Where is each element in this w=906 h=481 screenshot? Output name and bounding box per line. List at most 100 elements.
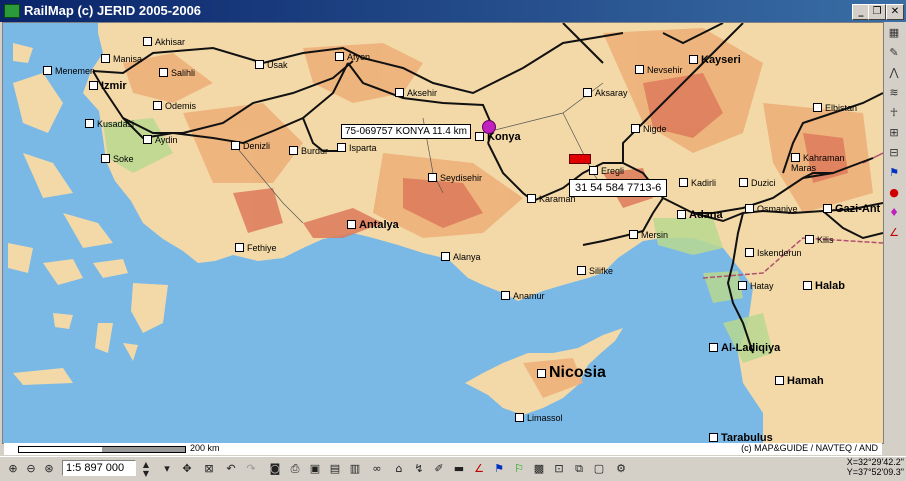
- city-label: Kahraman Maras: [791, 153, 845, 173]
- city-label: Akhisar: [143, 37, 185, 47]
- more-icon[interactable]: ▾: [158, 460, 176, 478]
- city-label: Izmir: [89, 81, 127, 92]
- undo-icon[interactable]: ↶: [222, 460, 240, 478]
- city-label: Salihli: [159, 68, 195, 78]
- bridge-icon[interactable]: ⊟: [885, 144, 903, 162]
- multi-flag-icon[interactable]: ⚐: [510, 460, 528, 478]
- close-button[interactable]: ✕: [886, 4, 904, 20]
- scale-input[interactable]: [62, 460, 136, 476]
- konya-callout[interactable]: 75-069757 KONYA 11.4 km: [341, 124, 471, 139]
- city-label: Soke: [101, 154, 134, 164]
- city-label: Odemis: [153, 101, 196, 111]
- copyright: (c) MAP&GUIDE / NAVTEQ / AND: [741, 443, 878, 453]
- city-label: Seydisehir: [428, 173, 482, 183]
- city-label: Burdur: [289, 146, 328, 156]
- city-label: Antalya: [347, 220, 399, 231]
- open-icon[interactable]: ⊡: [550, 460, 568, 478]
- save-icon[interactable]: ▣: [306, 460, 324, 478]
- eregli-callout[interactable]: 31 54 584 7713-6: [569, 179, 668, 197]
- binoculars-icon[interactable]: ∞: [368, 460, 386, 478]
- angle-tool-icon[interactable]: ∠: [470, 460, 488, 478]
- rail-icon[interactable]: ≋: [885, 84, 903, 102]
- profile-icon[interactable]: ⋀: [885, 64, 903, 82]
- layer-icon[interactable]: ▦: [885, 24, 903, 42]
- zoom-in-icon[interactable]: ⊕: [4, 460, 22, 478]
- city-label: Adana: [677, 210, 723, 221]
- coordinate-readout: X=32°29'42.2" Y=37°52'09.3": [847, 457, 904, 477]
- city-label: Nigde: [631, 124, 667, 134]
- city-label: Menemen: [43, 66, 95, 76]
- camera-icon[interactable]: ◙: [266, 460, 284, 478]
- export-icon[interactable]: ⧉: [570, 460, 588, 478]
- walk-icon[interactable]: ☥: [885, 104, 903, 122]
- city-label: Kayseri: [689, 55, 741, 66]
- document-icon[interactable]: ▤: [326, 460, 344, 478]
- flag-marker-icon[interactable]: [569, 154, 591, 164]
- angle-icon[interactable]: ∠: [885, 224, 903, 242]
- city-label: Tarabulus: [709, 433, 773, 443]
- station-icon[interactable]: ⊞: [885, 124, 903, 142]
- city-label: Mersin: [629, 230, 668, 240]
- city-label: Elbistan: [813, 103, 857, 113]
- scale-bar-graphic: [18, 446, 186, 453]
- restore-button[interactable]: ❐: [868, 4, 886, 20]
- city-label: Fethiye: [235, 243, 277, 253]
- city-label: Alanya: [441, 252, 481, 262]
- clipboard-icon[interactable]: ▥: [346, 460, 364, 478]
- grid-icon[interactable]: ▩: [530, 460, 548, 478]
- city-label: Usak: [255, 60, 288, 70]
- window-title: RailMap (c) JERID 2005-2006: [24, 3, 202, 18]
- city-label: Isparta: [337, 143, 377, 153]
- city-label: Halab: [803, 281, 845, 292]
- app-icon: [4, 4, 20, 18]
- map-canvas: [3, 23, 883, 443]
- measure-icon[interactable]: ✐: [430, 460, 448, 478]
- flag-tool-icon[interactable]: ⚑: [490, 460, 508, 478]
- right-toolbar: ▦ ✎ ⋀ ≋ ☥ ⊞ ⊟ ⚑ ● ♦ ∠: [884, 22, 904, 272]
- zoom-out-icon[interactable]: ⊖: [22, 460, 40, 478]
- city-label: Silifke: [577, 266, 613, 276]
- red-dot-icon[interactable]: ●: [885, 184, 903, 202]
- title-bar: RailMap (c) JERID 2005-2006 _ ❐ ✕: [0, 0, 906, 22]
- scale-spinner-icon[interactable]: ▲ ▼: [140, 460, 152, 478]
- city-label: Nicosia: [537, 365, 606, 381]
- city-label: Eregli: [589, 166, 624, 176]
- select-icon[interactable]: ⊠: [200, 460, 218, 478]
- city-label: Iskenderun: [745, 248, 802, 258]
- city-label: Anamur: [501, 291, 545, 301]
- flag-icon[interactable]: ⚑: [885, 164, 903, 182]
- print-icon[interactable]: ⎙: [286, 460, 304, 478]
- city-label: Duzici: [739, 178, 776, 188]
- city-label: Hamah: [775, 376, 824, 387]
- city-label: Kadirli: [679, 178, 716, 188]
- city-label: Limassol: [515, 413, 563, 423]
- route-icon[interactable]: ↯: [410, 460, 428, 478]
- bottom-toolbar: ⊕ ⊖ ⊛ ▲▼ ▾ ✥ ⊠ ↶ ↷ ◙ ⎙ ▣ ▤ ▥ ∞ ⌂ ↯ ✐ ▬ ∠…: [0, 456, 906, 481]
- redo-icon[interactable]: ↷: [242, 460, 260, 478]
- city-label: Konya: [475, 132, 521, 143]
- zoom-center-icon[interactable]: ⊛: [40, 460, 58, 478]
- city-label: Al-Ladiqiya: [709, 343, 780, 354]
- city-label: Manisa: [101, 54, 142, 64]
- city-label: Aksaray: [583, 88, 628, 98]
- pin-icon[interactable]: ♦: [885, 204, 903, 222]
- locations-icon[interactable]: ⌂: [390, 460, 408, 478]
- settings-icon[interactable]: ⚙: [612, 460, 630, 478]
- city-label: Denizli: [231, 141, 270, 151]
- city-label: Gazi-Ant: [823, 204, 880, 215]
- view-icon[interactable]: ▢: [590, 460, 608, 478]
- city-label: Osmaniye: [745, 204, 798, 214]
- pin-marker-icon[interactable]: [482, 120, 496, 134]
- city-label: Afyon: [335, 52, 370, 62]
- pencil-icon[interactable]: ✎: [885, 44, 903, 62]
- city-label: Kilis: [805, 235, 834, 245]
- train-icon[interactable]: ▬: [450, 460, 468, 478]
- coordinate-x: X=32°29'42.2": [846, 457, 904, 467]
- city-label: Nevsehir: [635, 65, 683, 75]
- city-label: Aydin: [143, 135, 177, 145]
- scale-distance: 200 km: [190, 443, 220, 453]
- pan-icon[interactable]: ✥: [178, 460, 196, 478]
- coordinate-y: Y=37°52'09.3": [846, 467, 904, 477]
- map-view[interactable]: Akhisar Manisa Menemen Salihli Izmir Usa…: [2, 22, 884, 444]
- scale-bar: 200 km (c) MAP&GUIDE / NAVTEQ / AND: [4, 443, 882, 455]
